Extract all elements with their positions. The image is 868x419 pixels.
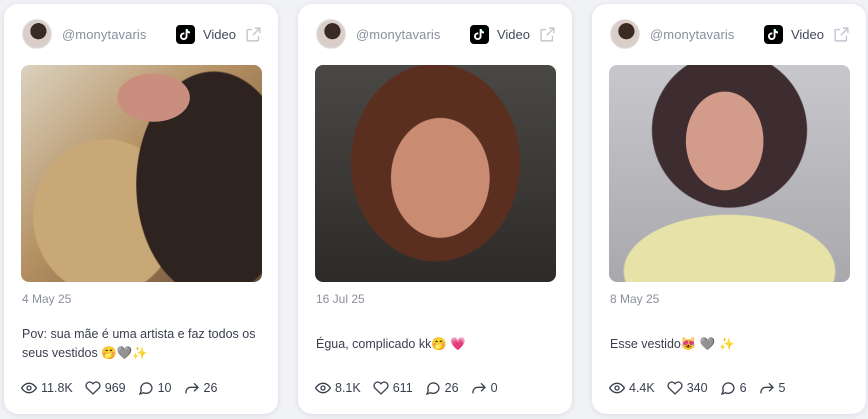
shares-count: 26 xyxy=(203,381,218,395)
video-thumbnail[interactable] xyxy=(21,65,262,282)
post-stats: 11.8K 969 10 26 xyxy=(21,380,268,396)
post-stats: 4.4K 340 6 5 xyxy=(609,380,856,396)
heart-icon xyxy=(373,381,389,395)
eye-icon xyxy=(21,382,37,394)
tiktok-icon xyxy=(763,24,783,44)
share-icon xyxy=(471,382,486,394)
video-thumbnail[interactable] xyxy=(609,65,850,282)
tiktok-icon xyxy=(175,24,195,44)
comment-icon xyxy=(720,382,735,396)
card-header: @monytavaris Video xyxy=(316,19,556,49)
external-link-icon[interactable] xyxy=(538,25,556,43)
post-card[interactable]: @monytavaris Video 4 May 25 Pov: sua mãe… xyxy=(4,4,278,414)
heart-icon xyxy=(667,381,683,395)
eye-icon xyxy=(609,382,625,394)
post-card[interactable]: @monytavaris Video 16 Jul 25 Égua, compl… xyxy=(298,4,572,414)
video-thumbnail[interactable] xyxy=(315,65,556,282)
shares-count: 0 xyxy=(490,381,498,395)
author-handle[interactable]: @monytavaris xyxy=(356,27,440,42)
share-icon xyxy=(184,382,199,394)
likes-stat: 340 xyxy=(667,380,708,396)
likes-count: 340 xyxy=(686,381,708,395)
comments-count: 26 xyxy=(444,381,459,395)
shares-stat: 5 xyxy=(759,380,786,396)
share-icon xyxy=(759,382,774,394)
comments-stat: 26 xyxy=(425,380,459,396)
shares-stat: 26 xyxy=(184,380,218,396)
tiktok-icon xyxy=(469,24,489,44)
likes-count: 969 xyxy=(104,381,126,395)
eye-icon xyxy=(315,382,331,394)
comments-count: 10 xyxy=(157,381,172,395)
likes-count: 611 xyxy=(392,381,413,395)
likes-stat: 969 xyxy=(85,380,126,396)
post-caption: Pov: sua mãe é uma artista e faz todos o… xyxy=(22,327,256,360)
views-stat: 11.8K xyxy=(21,380,73,396)
external-link-icon[interactable] xyxy=(244,25,262,43)
external-link-icon[interactable] xyxy=(832,25,850,43)
card-header: @monytavaris Video xyxy=(610,19,850,49)
post-card[interactable]: @monytavaris Video 8 May 25 Esse vestido… xyxy=(592,4,866,414)
post-caption: Esse vestido😻 🩶 ✨ xyxy=(610,337,735,351)
post-type-label: Video xyxy=(496,26,530,42)
avatar xyxy=(610,19,640,49)
views-count: 4.4K xyxy=(629,381,655,395)
views-count: 8.1K xyxy=(335,381,361,395)
comments-stat: 10 xyxy=(138,380,172,396)
post-date: 16 Jul 25 xyxy=(316,292,365,306)
post-stats: 8.1K 611 26 0 xyxy=(315,380,562,396)
heart-icon xyxy=(85,381,101,395)
views-count: 11.8K xyxy=(41,381,73,395)
post-type-label: Video xyxy=(202,26,236,42)
avatar xyxy=(22,19,52,49)
comment-icon xyxy=(138,382,153,396)
post-type-label: Video xyxy=(790,26,824,42)
comments-stat: 6 xyxy=(720,380,747,396)
views-stat: 4.4K xyxy=(609,380,655,396)
author-handle[interactable]: @monytavaris xyxy=(62,27,146,42)
shares-stat: 0 xyxy=(471,380,498,396)
shares-count: 5 xyxy=(778,381,786,395)
comment-icon xyxy=(425,382,440,396)
likes-stat: 611 xyxy=(373,380,413,396)
post-date: 8 May 25 xyxy=(610,292,660,306)
post-date: 4 May 25 xyxy=(22,292,72,306)
avatar xyxy=(316,19,346,49)
views-stat: 8.1K xyxy=(315,380,361,396)
author-handle[interactable]: @monytavaris xyxy=(650,27,734,42)
card-header: @monytavaris Video xyxy=(22,19,262,49)
comments-count: 6 xyxy=(739,381,747,395)
post-caption: Égua, complicado kk🤭 💗 xyxy=(316,337,466,351)
